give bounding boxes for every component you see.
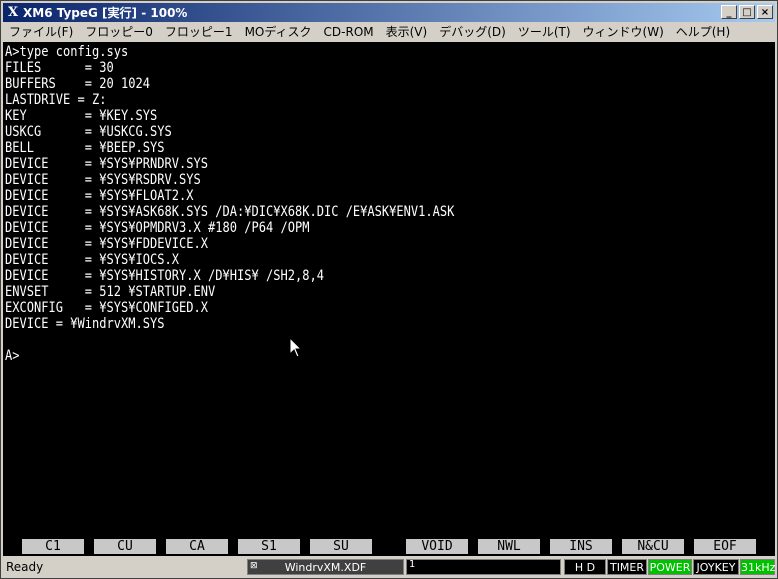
menu-help[interactable]: ヘルプ(H) bbox=[670, 23, 736, 40]
fkey-su[interactable]: SU bbox=[310, 539, 372, 554]
terminal-line: DEVICE = ¥SYS¥FDDEVICE.X bbox=[5, 236, 208, 252]
status-joykey-indicator: JOYKEY bbox=[693, 559, 739, 575]
fkey-cu[interactable]: CU bbox=[94, 539, 156, 554]
terminal-line: KEY = ¥KEY.SYS bbox=[5, 108, 158, 124]
terminal-line: DEVICE = ¥SYS¥IOCS.X bbox=[5, 252, 179, 268]
status-disk-file[interactable]: ⊠ WindrvXM.XDF bbox=[247, 559, 404, 575]
terminal-line: DEVICE = ¥SYS¥OPMDRV3.X #180 /P64 /OPM bbox=[5, 220, 310, 236]
terminal-prompt: A> bbox=[5, 348, 20, 364]
status-hd-indicator: H D bbox=[564, 559, 606, 575]
menu-file[interactable]: ファイル(F) bbox=[3, 23, 79, 40]
function-key-bar: C1 CU CA S1 SU VOID NWL INS N&CU EOF bbox=[3, 537, 775, 556]
status-ready-text: Ready bbox=[6, 560, 44, 574]
status-bar: Ready ⊠ WindrvXM.XDF 1 H D TIMER POWER J… bbox=[3, 558, 775, 577]
fkey-s1[interactable]: S1 bbox=[238, 539, 300, 554]
mouse-pointer-icon bbox=[289, 337, 303, 358]
close-button[interactable]: × bbox=[757, 5, 773, 19]
terminal-line: DEVICE = ¥SYS¥PRNDRV.SYS bbox=[5, 156, 208, 172]
menu-cdrom[interactable]: CD-ROM bbox=[318, 25, 380, 39]
terminal-line: FILES = 30 bbox=[5, 60, 114, 76]
fkey-eof[interactable]: EOF bbox=[694, 539, 756, 554]
window-controls: _ □ × bbox=[719, 5, 773, 19]
menu-window[interactable]: ウィンドウ(W) bbox=[577, 23, 670, 40]
status-timer-indicator: TIMER bbox=[607, 559, 647, 575]
terminal-line: DEVICE = ¥SYS¥HISTORY.X /D¥HIS¥ /SH2,8,4 bbox=[5, 268, 324, 284]
emulator-screen[interactable]: A>type config.sys FILES = 30 BUFFERS = 2… bbox=[3, 42, 775, 537]
emulator-window: X XM6 TypeG [実行] - 100% _ □ × ファイル(F) フロ… bbox=[0, 0, 778, 579]
terminal-line: A>type config.sys bbox=[5, 44, 129, 60]
menu-floppy0[interactable]: フロッピー0 bbox=[79, 23, 159, 40]
fkey-c1[interactable]: C1 bbox=[22, 539, 84, 554]
menu-floppy1[interactable]: フロッピー1 bbox=[159, 23, 239, 40]
xm6-app-icon[interactable]: X bbox=[6, 5, 20, 20]
menu-mo-disk[interactable]: MOディスク bbox=[239, 23, 318, 40]
terminal-line: DEVICE = ¥SYS¥FLOAT2.X bbox=[5, 188, 194, 204]
menu-bar: ファイル(F) フロッピー0 フロッピー1 MOディスク CD-ROM 表示(V… bbox=[3, 22, 775, 41]
fkey-ncu[interactable]: N&CU bbox=[622, 539, 684, 554]
fkey-void[interactable]: VOID bbox=[406, 539, 468, 554]
fkey-ca[interactable]: CA bbox=[166, 539, 228, 554]
status-disk-filename: WindrvXM.XDF bbox=[284, 561, 367, 574]
fkey-ins[interactable]: INS bbox=[550, 539, 612, 554]
terminal-line: EXCONFIG = ¥SYS¥CONFIGED.X bbox=[5, 300, 208, 316]
terminal-line: BELL = ¥BEEP.SYS bbox=[5, 140, 165, 156]
terminal-line: BUFFERS = 20 1024 bbox=[5, 76, 150, 92]
window-title: XM6 TypeG [実行] - 100% bbox=[23, 6, 188, 20]
menu-view[interactable]: 表示(V) bbox=[380, 23, 434, 40]
terminal-line: USKCG = ¥USKCG.SYS bbox=[5, 124, 172, 140]
terminal-line: DEVICE = ¥SYS¥RSDRV.SYS bbox=[5, 172, 201, 188]
maximize-button[interactable]: □ bbox=[739, 5, 755, 19]
menu-tools[interactable]: ツール(T) bbox=[512, 23, 577, 40]
status-power-indicator: POWER bbox=[648, 559, 692, 575]
disk-icon: ⊠ bbox=[250, 561, 258, 571]
terminal-line: ENVSET = 512 ¥STARTUP.ENV bbox=[5, 284, 216, 300]
terminal-line: LASTDRIVE = Z: bbox=[5, 92, 107, 108]
status-drive-number: 1 bbox=[406, 559, 561, 575]
terminal-line: DEVICE = ¥SYS¥ASK68K.SYS /DA:¥DIC¥X68K.D… bbox=[5, 204, 455, 220]
minimize-button[interactable]: _ bbox=[721, 5, 737, 19]
menu-debug[interactable]: デバッグ(D) bbox=[433, 23, 512, 40]
status-freq-indicator: 31kHz bbox=[740, 559, 776, 575]
fkey-nwl[interactable]: NWL bbox=[478, 539, 540, 554]
title-bar[interactable]: X XM6 TypeG [実行] - 100% _ □ × bbox=[3, 3, 775, 22]
terminal-line: DEVICE = ¥WindrvXM.SYS bbox=[5, 316, 165, 332]
